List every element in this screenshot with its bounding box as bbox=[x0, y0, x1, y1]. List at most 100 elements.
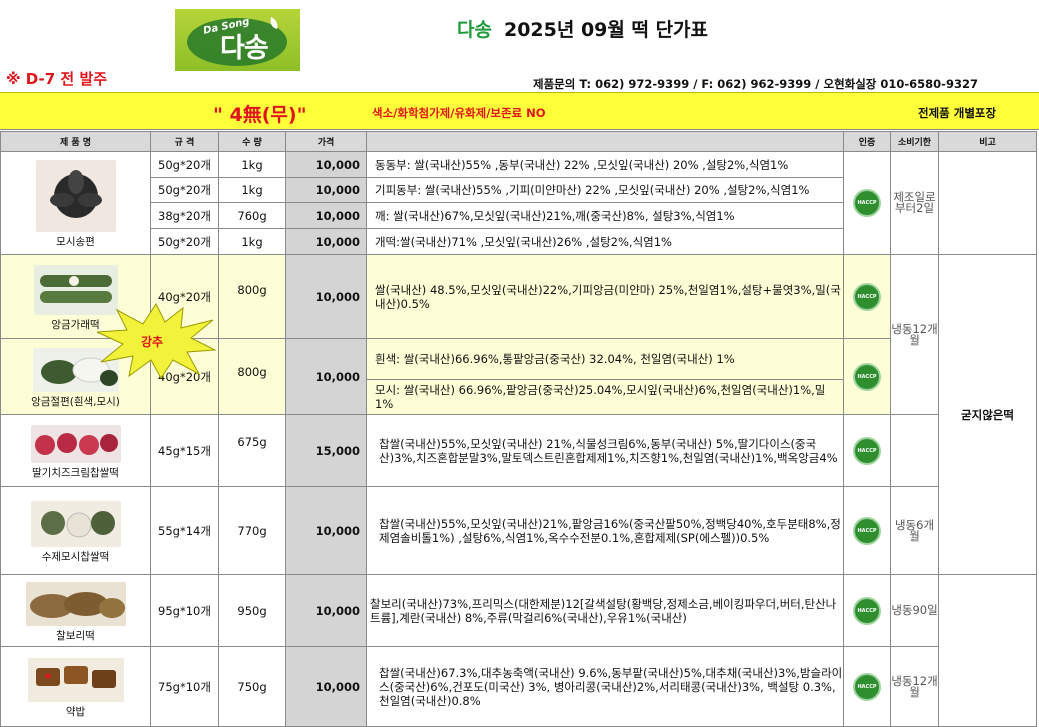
price: 15,000 bbox=[285, 414, 367, 487]
shelf-life-empty bbox=[890, 414, 939, 487]
price: 10,000 bbox=[285, 254, 367, 339]
table-row: 찰보리떡 95g*10개 950g 10,000 찰보리(국내산)73%,프리믹… bbox=[0, 574, 1037, 727]
spec: 50g*20개 bbox=[150, 228, 219, 255]
cert-cell: HACCP bbox=[843, 574, 891, 647]
col-shelf: 소비기한 bbox=[890, 131, 939, 152]
product-cell: 약밥 bbox=[0, 646, 151, 727]
haccp-icon: HACCP bbox=[853, 516, 881, 545]
spec: 38g*20개 bbox=[150, 202, 219, 229]
cert-cell: HACCP bbox=[843, 254, 891, 339]
table-row: 수제모시찹쌀떡 55g*14개 770g 10,000 찹쌀(국내산)55%,모… bbox=[0, 486, 1037, 575]
title-brand: 다송 bbox=[457, 19, 492, 41]
spec: 50g*20개 bbox=[150, 151, 219, 178]
recommend-badge: 강추 bbox=[141, 335, 164, 349]
page-title: 다송 2025년 09월 떡 단가표 bbox=[457, 15, 708, 42]
qty: 760g bbox=[218, 202, 286, 229]
packaging-note: 전제품 개별포장 bbox=[918, 106, 997, 120]
product-photo bbox=[27, 657, 124, 702]
col-ingredients bbox=[366, 131, 844, 152]
ingredients: 찰보리(국내산)73%,프리믹스(대한제분)12[갈색설탕(황백당,정제소금,베… bbox=[366, 574, 844, 647]
table-row: 딸기치즈크림찹쌀떡 45g*15개 675g 15,000 찹쌀(국내산)55%… bbox=[0, 414, 1037, 487]
ingredients-mosi: 모시: 쌀(국내산) 66.96%,팥앙금(중국산)25.04%,모시잎(국내산… bbox=[366, 379, 844, 415]
haccp-icon: HACCP bbox=[853, 672, 881, 701]
ingredients: 찹쌀(국내산)55%,모싯잎(국내산)21%,팥앙금16%(중국산팥50%,정백… bbox=[366, 486, 844, 575]
product-cell: 모시송편 bbox=[0, 151, 151, 255]
product-cell: 수제모시찹쌀떡 bbox=[0, 486, 151, 575]
table-row: 모시송편 50g*20개 1kg 10,000 동동부: 쌀(국내산)55% ,… bbox=[0, 151, 1037, 255]
ingredients: 개떡:쌀(국내산)71% ,모싯잎(국내산)26% ,설탕2%,식염1% bbox=[366, 228, 844, 255]
table-header-row: 제 품 명 규 격 수 량 가격 인증 소비기한 비고 bbox=[0, 131, 1037, 152]
remark bbox=[938, 574, 1037, 727]
col-cert: 인증 bbox=[843, 131, 891, 152]
qty: 1kg bbox=[218, 177, 286, 203]
cert-cell: HACCP bbox=[843, 486, 891, 575]
product-name: 약밥 bbox=[65, 705, 86, 718]
product-name: 찰보리떡 bbox=[56, 629, 95, 642]
shelf-life: 냉동12개월 bbox=[890, 254, 939, 415]
qty: 750g bbox=[218, 646, 286, 727]
ingredients-white: 흰색: 쌀(국내산)66.96%,통팥앙금(중국산) 32.04%, 천일염(국… bbox=[366, 338, 844, 380]
ingredients: 동동부: 쌀(국내산)55% ,동부(국내산) 22% ,모싯잎(국내산) 20… bbox=[366, 151, 844, 178]
shelf-life: 냉동6개월 bbox=[890, 486, 939, 575]
four-free-detail: 색소/화학첨가제/유화제/보존료 NO bbox=[372, 106, 546, 120]
qty: 770g bbox=[218, 486, 286, 575]
contact-info: 제품문의 T: 062) 972-9399 / F: 062) 962-9399… bbox=[533, 77, 978, 91]
shelf-life: 제조일로 부터2일 bbox=[890, 151, 939, 255]
shelf-life: 냉동12개월 bbox=[890, 646, 939, 727]
product-photo bbox=[25, 581, 126, 626]
price: 10,000 bbox=[285, 646, 367, 727]
product-name: 앙금절편(흰색,모시) bbox=[31, 395, 120, 408]
haccp-icon: HACCP bbox=[853, 189, 881, 217]
dasong-logo: Da Song 다송 bbox=[175, 9, 300, 71]
qty: 1kg bbox=[218, 228, 286, 255]
spec: 75g*10개 bbox=[150, 646, 219, 727]
product-name: 딸기치즈크림찹쌀떡 bbox=[32, 466, 119, 479]
price: 10,000 bbox=[285, 486, 367, 575]
price: 10,000 bbox=[285, 338, 367, 415]
ingredients: 깨: 쌀(국내산)67%,모싯잎(국내산)21%,깨(중국산)8%, 설탕3%,… bbox=[366, 202, 844, 229]
shelf-life: 냉동90일 bbox=[890, 574, 939, 647]
product-photo bbox=[30, 500, 121, 547]
qty: 800g bbox=[218, 254, 286, 339]
spec: 50g*20개 bbox=[150, 177, 219, 203]
price-table: 제 품 명 규 격 수 량 가격 인증 소비기한 비고 모시송편 50g*20개… bbox=[0, 131, 1037, 727]
spec: 55g*14개 bbox=[150, 486, 219, 575]
qty: 1kg bbox=[218, 151, 286, 178]
four-free-label: " 4無(무)" bbox=[213, 104, 307, 126]
title-text: 2025년 09월 떡 단가표 bbox=[503, 19, 709, 41]
remark-group: 굳지않은떡 bbox=[938, 254, 1037, 575]
price: 10,000 bbox=[285, 151, 367, 178]
qty: 800g bbox=[218, 338, 286, 415]
col-remark: 비고 bbox=[938, 131, 1037, 152]
no-additive-banner: " 4無(무)" 색소/화학첨가제/유화제/보존료 NO 전제품 개별포장 bbox=[0, 92, 1039, 130]
col-price: 가격 bbox=[285, 131, 367, 152]
ingredients: 기피동부: 쌀(국내산)55% ,기피(미얀마산) 22% ,모싯잎(국내산) … bbox=[366, 177, 844, 203]
remark bbox=[938, 151, 1037, 255]
col-qty: 수 량 bbox=[218, 131, 286, 152]
cert-cell: HACCP bbox=[843, 338, 891, 415]
cert-cell: HACCP bbox=[843, 151, 891, 255]
product-name: 모시송편 bbox=[56, 236, 95, 248]
product-photo bbox=[35, 160, 116, 232]
price: 10,000 bbox=[285, 202, 367, 229]
haccp-icon: HACCP bbox=[853, 362, 881, 391]
haccp-icon: HACCP bbox=[853, 282, 881, 311]
haccp-icon: HACCP bbox=[853, 436, 881, 465]
cert-cell: HACCP bbox=[843, 646, 891, 727]
ingredients: 쌀(국내산) 48.5%,모싯잎(국내산)22%,기피앙금(미얀마) 25%,천… bbox=[366, 254, 844, 339]
table-row: 약밥 75g*10개 750g 10,000 찹쌀(국내산)67.3%,대추농축… bbox=[0, 646, 1037, 727]
qty: 950g bbox=[218, 574, 286, 647]
col-name: 제 품 명 bbox=[0, 131, 151, 152]
price: 10,000 bbox=[285, 574, 367, 647]
logo-main: 다송 bbox=[220, 33, 269, 64]
product-cell: 찰보리떡 bbox=[0, 574, 151, 647]
ingredients: 찹쌀(국내산)67.3%,대추농축액(국내산) 9.6%,동부팥(국내산)5%,… bbox=[366, 646, 844, 727]
price: 10,000 bbox=[285, 177, 367, 203]
haccp-icon: HACCP bbox=[853, 596, 881, 625]
spec: 45g*15개 bbox=[150, 414, 219, 487]
price: 10,000 bbox=[285, 228, 367, 255]
product-cell: 딸기치즈크림찹쌀떡 bbox=[0, 414, 151, 487]
cert-cell: HACCP bbox=[843, 414, 891, 487]
col-spec: 규 격 bbox=[150, 131, 219, 152]
product-name: 수제모시찹쌀떡 bbox=[41, 550, 110, 563]
